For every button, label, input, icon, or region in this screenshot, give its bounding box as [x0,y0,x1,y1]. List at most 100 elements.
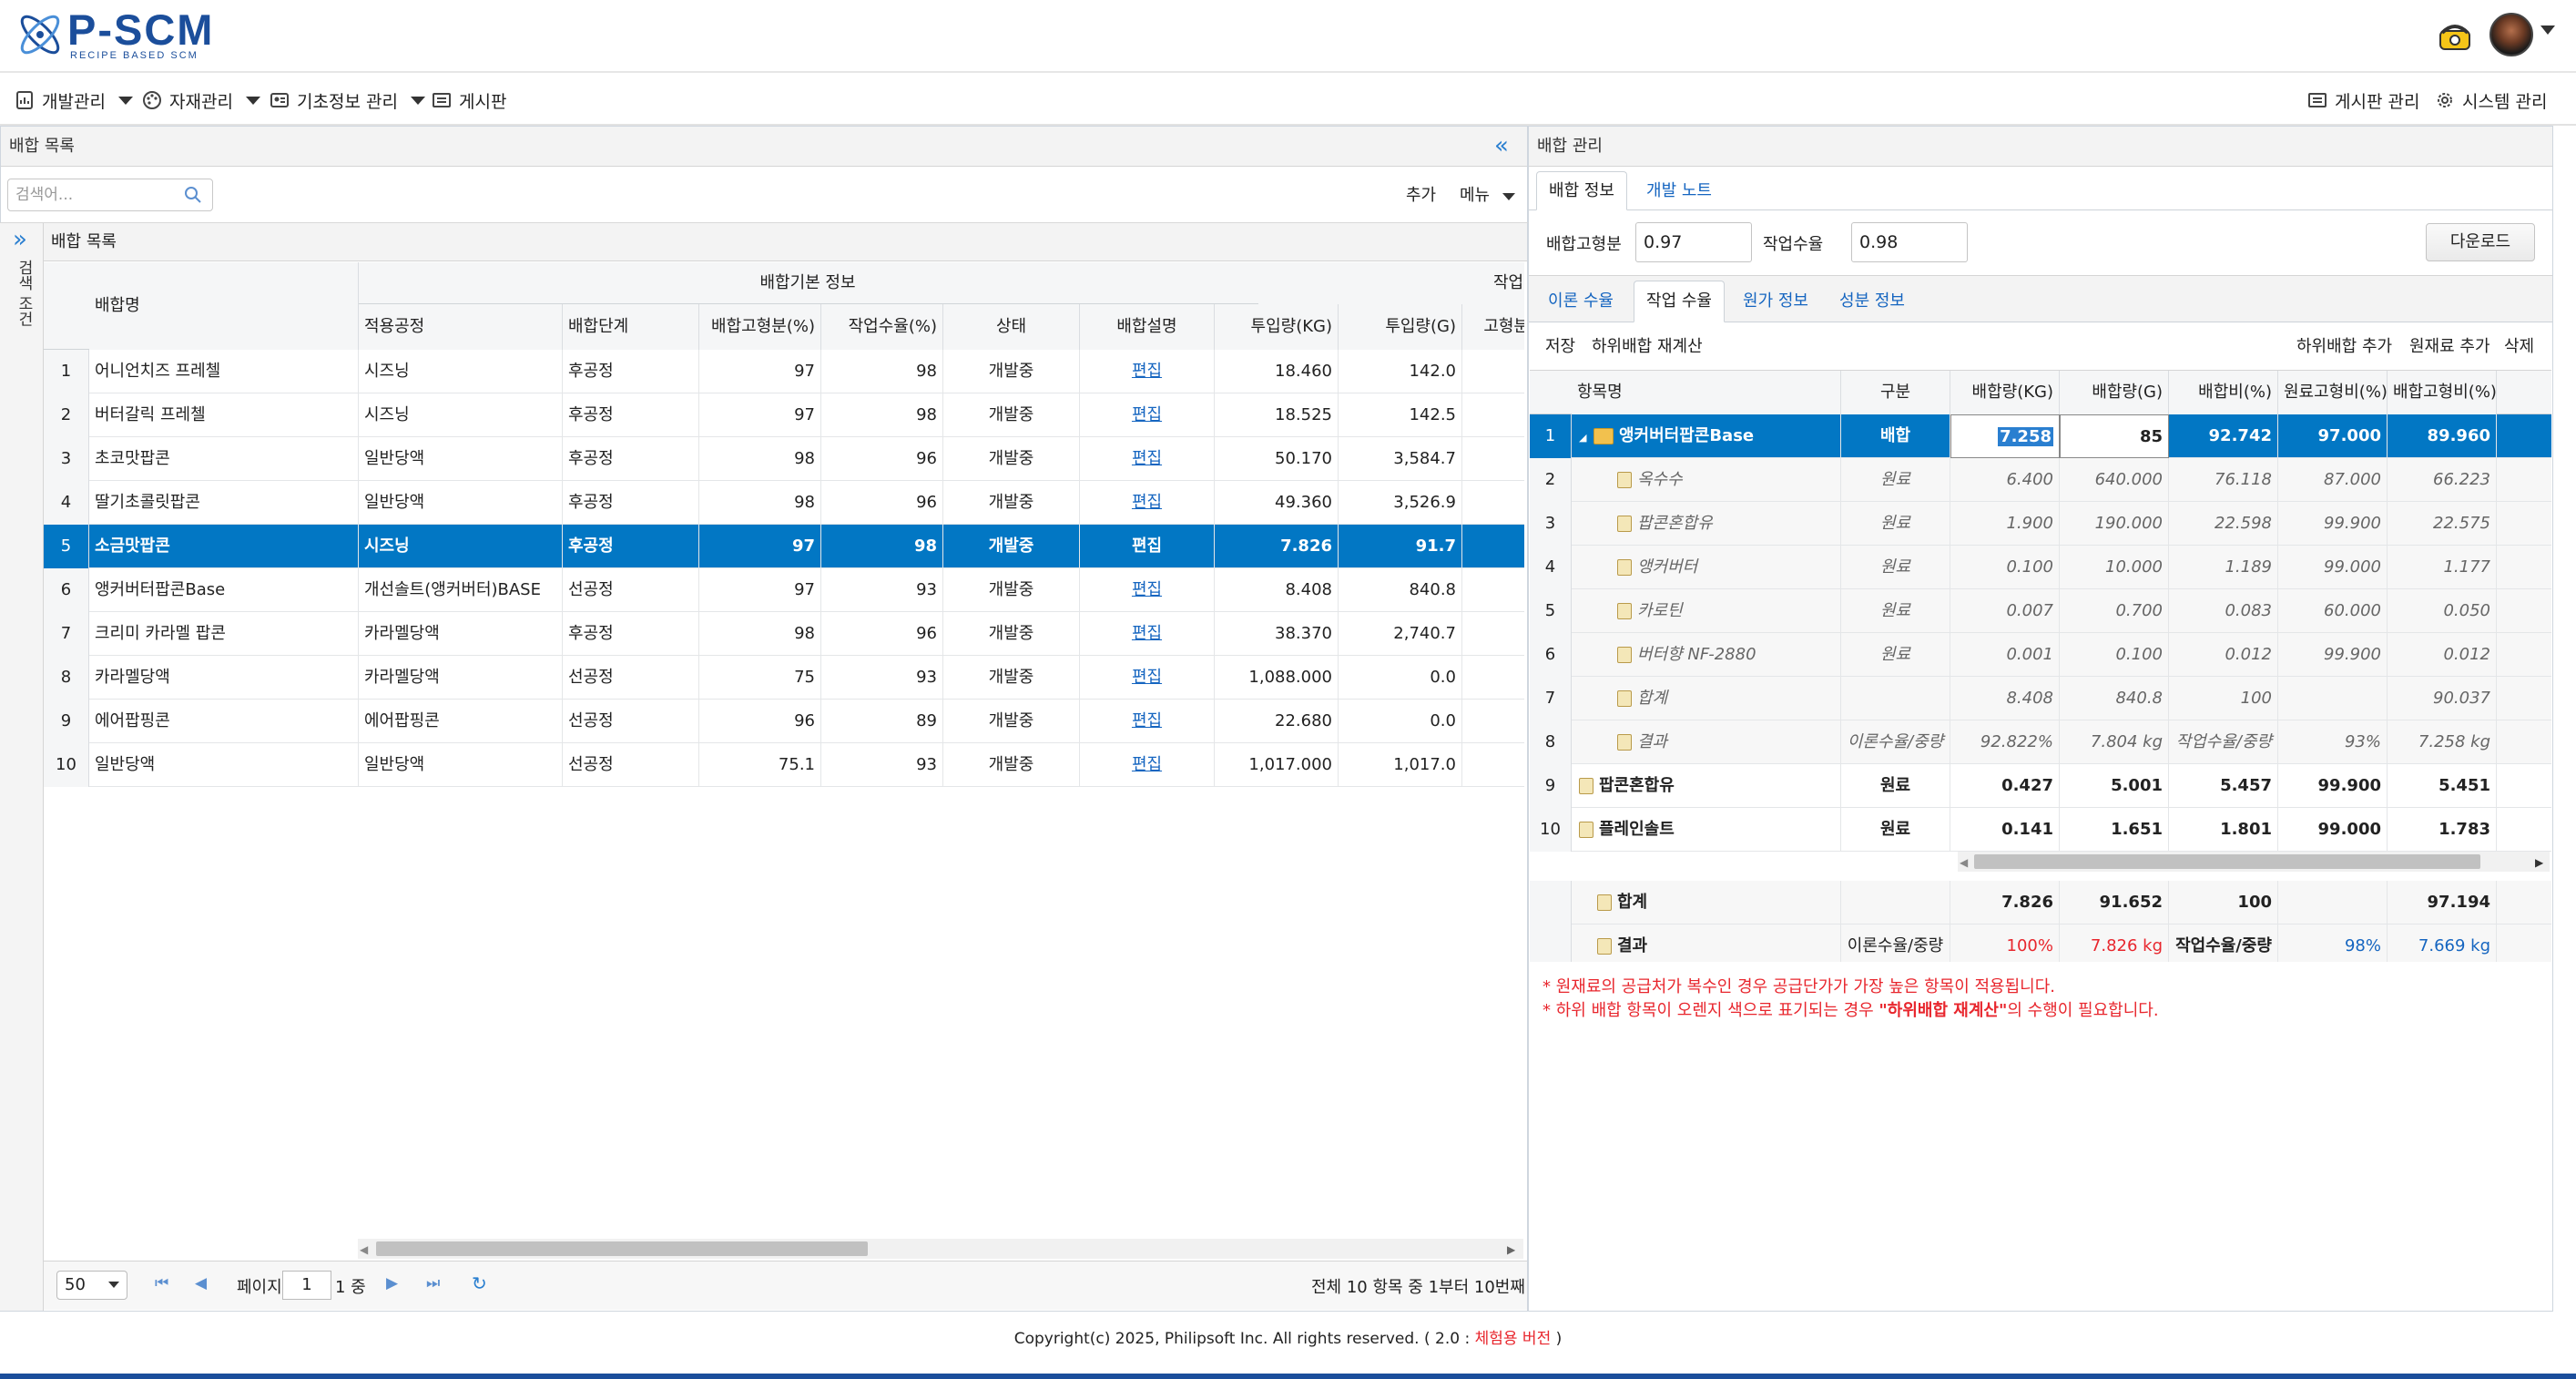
recalc-button[interactable]: 하위배합 재계산 [1592,333,1703,357]
tree-item-name[interactable]: 합계 [1572,677,1841,720]
avatar[interactable] [2489,13,2533,56]
scrollbar-thumb[interactable] [376,1241,868,1256]
tree-row[interactable]: 2 옥수수 원료 6.400 640.000 76.118 87.000 66.223 [1530,458,2551,502]
logo[interactable]: P-SCM RECIPE BASED SCM [13,7,222,64]
column-header[interactable]: 배합고형분(%) [699,304,821,350]
tree-item-name[interactable]: 플레인솔트 [1572,808,1841,852]
scroll-left-icon[interactable]: ◀ [360,1243,368,1256]
column-header[interactable]: 배합단계 [563,304,699,350]
add-material-button[interactable]: 원재료 추가 [2409,333,2490,357]
phone-icon[interactable] [2437,18,2473,55]
search-condition-sidebar[interactable]: » 검색 조건 [0,223,44,1311]
prev-page-icon[interactable]: ◀ [195,1274,207,1292]
column-header[interactable]: 투입량(G) [1339,304,1462,350]
nav-item-basic-info[interactable]: 기초정보 관리 [270,75,425,126]
document-icon [1579,822,1593,838]
edit-link[interactable]: 편집 [1080,350,1215,393]
tab-work-yield[interactable]: 작업 수율 [1634,281,1725,322]
user-menu-caret-icon[interactable] [2540,26,2555,35]
edit-link[interactable]: 편집 [1080,656,1215,700]
scroll-right-icon[interactable]: ▶ [2535,856,2543,869]
nav-item-board[interactable]: 게시판 [432,75,506,126]
edit-link[interactable]: 편집 [1080,393,1215,437]
table-row[interactable]: 10 일반당액 일반당액 선공정 75.1 93 개발중 편집 1,017.000 1,017.0 [44,743,1524,787]
column-header[interactable]: 투입량(KG) [1215,304,1339,350]
tree-row[interactable]: 4 앵커버터 원료 0.100 10.000 1.189 99.000 1.177 [1530,546,2551,589]
table-row[interactable]: 5 소금맛팝콘 시즈닝 후공정 97 98 개발중 편집 7.826 91.7 [44,525,1524,568]
editable-cell[interactable]: 7.258 [1950,414,2060,458]
tree-row[interactable]: 10 플레인솔트 원료 0.141 1.651 1.801 99.000 1.783 [1530,808,2551,852]
tab-ingredient-info[interactable]: 성분 정보 [1828,281,1916,322]
tree-expand-icon[interactable]: ◢ [1579,432,1590,444]
tree-item-name[interactable]: ◢ 앵커버터팝콘Base [1572,414,1841,458]
table-row[interactable]: 8 카라멜당액 카라멜당액 선공정 75 93 개발중 편집 1,088.000 0.0 [44,656,1524,700]
table-cell: 99.900 [2278,764,2388,808]
table-row[interactable]: 2 버터갈릭 프레첼 시즈닝 후공정 97 98 개발중 편집 18.525 142.5 [44,393,1524,437]
tree-row[interactable]: 5 카로틴 원료 0.007 0.700 0.083 60.000 0.050 [1530,589,2551,633]
editable-cell[interactable]: 85 [2060,414,2169,458]
page-size-select[interactable]: 50 [56,1271,127,1300]
tree-item-name[interactable]: 팝콘혼합유 [1572,502,1841,546]
collapse-double-chevron-icon[interactable]: « [1494,132,1509,159]
expand-double-chevron-icon[interactable]: » [13,227,27,252]
table-row[interactable]: 4 딸기초콜릿팝콘 일반당액 후공정 98 96 개발중 편집 49.360 3,526.9 [44,481,1524,525]
tree-item-name[interactable]: 결과 [1572,720,1841,764]
tab-recipe-info[interactable]: 배합 정보 [1536,171,1627,210]
tree-row[interactable]: 9 팝콘혼합유 원료 0.427 5.001 5.457 99.900 5.451 [1530,764,2551,808]
edit-link[interactable]: 편집 [1080,700,1215,743]
document-icon [1617,472,1632,488]
table-cell: 97 [699,525,821,568]
menu-button[interactable]: 메뉴 [1460,182,1515,206]
add-button[interactable]: 추가 [1406,182,1436,206]
edit-link[interactable]: 편집 [1080,743,1215,787]
table-row[interactable]: 9 에어팝핑콘 에어팝핑콘 선공정 96 89 개발중 편집 22.680 0.0 [44,700,1524,743]
search-icon[interactable] [183,185,203,205]
table-row[interactable]: 6 앵커버터팝콘Base 개선솔트(앵커버터)BASE 선공정 97 93 개발중 편집 8.4… [44,568,1524,612]
search-input[interactable]: 검색어... [7,179,213,211]
delete-button[interactable]: 삭제 [2504,333,2534,357]
scrollbar-thumb[interactable] [1974,854,2480,869]
tree-item-name[interactable]: 카로틴 [1572,589,1841,633]
column-header[interactable]: 작업수율(%) [821,304,943,350]
nav-item-system-admin[interactable]: 시스템 관리 [2435,75,2547,126]
edit-link[interactable]: 편집 [1080,481,1215,525]
edit-link[interactable]: 편집 [1080,437,1215,481]
page-number-input[interactable]: 1 [282,1271,331,1300]
edit-link[interactable]: 편집 [1080,525,1215,568]
save-button[interactable]: 저장 [1545,333,1575,357]
table-row[interactable]: 1 어니언치즈 프레첼 시즈닝 후공정 97 98 개발중 편집 18.460 142.0 [44,350,1524,393]
last-page-icon[interactable]: ⏭ [426,1274,440,1292]
tab-dev-note[interactable]: 개발 노트 [1634,171,1725,210]
table-row[interactable]: 7 크리미 카라멜 팝콘 카라멜당액 후공정 98 96 개발중 편집 38.370 2,740.… [44,612,1524,656]
nav-item-dev[interactable]: 개발관리 [15,75,133,126]
tree-item-name[interactable]: 팝콘혼합유 [1572,764,1841,808]
table-row[interactable]: 3 초코맛팝콘 일반당액 후공정 98 96 개발중 편집 50.170 3,584.7 [44,437,1524,481]
scroll-right-icon[interactable]: ▶ [1507,1243,1515,1256]
tab-theory-yield[interactable]: 이론 수율 [1539,281,1623,322]
tree-row[interactable]: 7 합계 8.408 840.8 100 90.037 [1530,677,2551,720]
download-button[interactable]: 다운로드 [2426,223,2535,261]
tree-item-name[interactable]: 버터향 NF-2880 [1572,633,1841,677]
nav-item-material[interactable]: 자재관리 [142,75,260,126]
yield-input[interactable]: 0.98 [1851,222,1968,262]
first-page-icon[interactable]: ⏮ [155,1274,168,1292]
tree-item-name[interactable]: 옥수수 [1572,458,1841,502]
nav-item-board-admin[interactable]: 게시판 관리 [2307,75,2419,126]
tab-cost-info[interactable]: 원가 정보 [1734,281,1817,322]
edit-link[interactable]: 편집 [1080,568,1215,612]
horizontal-scrollbar[interactable]: ◀ ▶ [358,1239,1523,1259]
scroll-left-icon[interactable]: ◀ [1960,856,1968,869]
next-page-icon[interactable]: ▶ [386,1274,398,1292]
tree-row[interactable]: 8 결과 이론수율/중량 92.822% 7.804 kg 작업수율/중량 93% 7.258… [1530,720,2551,764]
tree-row[interactable]: 3 팝콘혼합유 원료 1.900 190.000 22.598 99.900 22.575 [1530,502,2551,546]
tree-row[interactable]: 1 ◢ 앵커버터팝콘Base 배합 7.258 85 92.742 97.000 89.960 [1530,414,2551,458]
edit-link[interactable]: 편집 [1080,612,1215,656]
solid-input[interactable]: 0.97 [1635,222,1752,262]
column-header[interactable]: 적용공정 [359,304,563,350]
tree-item-name[interactable]: 앵커버터 [1572,546,1841,589]
add-sub-recipe-button[interactable]: 하위배합 추가 [2296,333,2392,357]
horizontal-scrollbar[interactable]: ◀ ▶ [1958,852,2550,872]
refresh-icon[interactable]: ↻ [472,1272,487,1294]
tree-row[interactable]: 6 버터향 NF-2880 원료 0.001 0.100 0.012 99.900 0.012 [1530,633,2551,677]
column-header[interactable]: 배합명 [89,262,359,350]
